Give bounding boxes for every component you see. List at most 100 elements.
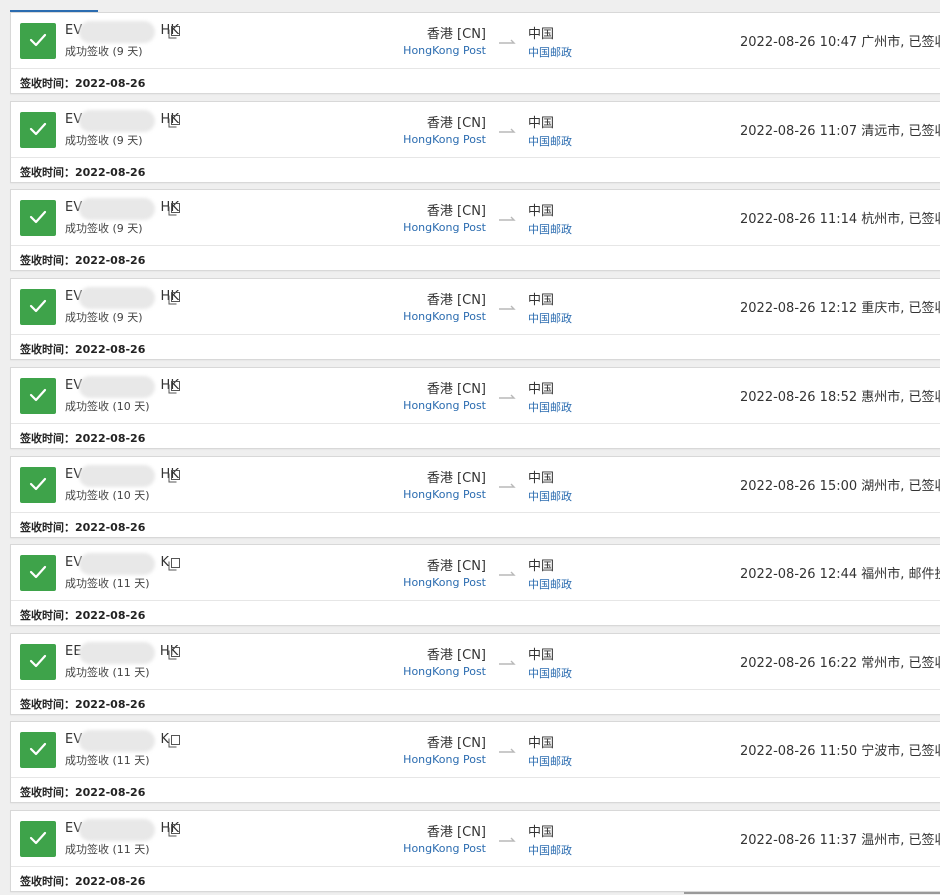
tracking-redaction xyxy=(79,819,155,841)
origin-carrier-link[interactable]: HongKong Post xyxy=(385,576,486,589)
origin-country: 香港 [CN] xyxy=(426,382,486,397)
destination-country: 中国 xyxy=(528,471,555,486)
destination-carrier-link[interactable]: 中国邮政 xyxy=(528,221,572,237)
latest-event: 2022-08-26 11:37 温州市, 已签收, xyxy=(740,833,940,848)
copy-icon[interactable] xyxy=(168,115,180,128)
destination-country: 中国 xyxy=(528,648,555,663)
origin-carrier-link[interactable]: HongKong Post xyxy=(385,44,486,57)
destination-country: 中国 xyxy=(528,736,555,751)
arrow-right-icon xyxy=(499,571,516,576)
package-card[interactable]: EV HK 成功签收 (9 天) 香港 [CN] HongKong Post 中国… xyxy=(10,101,940,183)
destination-carrier-link[interactable]: 中国邮政 xyxy=(528,842,572,858)
origin-carrier-link[interactable]: HongKong Post xyxy=(385,133,486,146)
package-card[interactable]: EV HK 成功签收 (11 天) 香港 [CN] HongKong Post 中… xyxy=(10,810,940,892)
origin-country: 香港 [CN] xyxy=(426,293,486,308)
copy-icon[interactable] xyxy=(168,26,180,39)
checkmark-icon xyxy=(29,33,47,47)
package-card[interactable]: EV HK 成功签收 (9 天) 香港 [CN] HongKong Post 中国… xyxy=(10,12,940,94)
tracking-redaction xyxy=(79,198,155,220)
arrow-right-icon xyxy=(499,128,516,133)
delivery-status: 成功签收 (11 天) xyxy=(65,754,150,767)
destination-carrier-link[interactable]: 中国邮政 xyxy=(528,399,572,415)
origin-carrier-link[interactable]: HongKong Post xyxy=(385,842,486,855)
success-status-badge xyxy=(20,378,56,414)
latest-event: 2022-08-26 15:00 湖州市, 已签收, xyxy=(740,479,940,494)
copy-icon[interactable] xyxy=(168,735,180,748)
latest-event: 2022-08-26 12:12 重庆市, 已签收, xyxy=(740,301,940,316)
checkmark-icon xyxy=(29,742,47,756)
card-divider xyxy=(11,777,940,778)
success-status-badge xyxy=(20,23,56,59)
signed-time: 签收时间：2022-08-26 xyxy=(20,164,145,180)
delivery-status: 成功签收 (11 天) xyxy=(65,843,150,856)
copy-icon[interactable] xyxy=(168,381,180,394)
card-divider xyxy=(11,600,940,601)
latest-event: 2022-08-26 16:22 常州市, 已签收, xyxy=(740,656,940,671)
origin-country: 香港 [CN] xyxy=(426,471,486,486)
tracking-redaction xyxy=(79,21,155,43)
package-card[interactable]: EV K 成功签收 (11 天) 香港 [CN] HongKong Post 中国… xyxy=(10,544,940,626)
tracking-redaction xyxy=(79,465,155,487)
copy-icon[interactable] xyxy=(168,558,180,571)
copy-icon[interactable] xyxy=(168,203,180,216)
success-status-badge xyxy=(20,289,56,325)
package-card[interactable]: EV HK 成功签收 (10 天) 香港 [CN] HongKong Post 中… xyxy=(10,367,940,449)
signed-date: 2022-08-26 xyxy=(75,875,146,888)
checkmark-icon xyxy=(29,654,47,668)
origin-country: 香港 [CN] xyxy=(426,648,486,663)
destination-carrier-link[interactable]: 中国邮政 xyxy=(528,44,572,60)
arrow-right-icon xyxy=(499,748,516,753)
copy-icon[interactable] xyxy=(168,824,180,837)
origin-country: 香港 [CN] xyxy=(426,736,486,751)
signed-time: 签收时间：2022-08-26 xyxy=(20,784,145,800)
signed-date: 2022-08-26 xyxy=(75,166,146,179)
origin-carrier-link[interactable]: HongKong Post xyxy=(385,310,486,323)
signed-time: 签收时间：2022-08-26 xyxy=(20,75,145,91)
signed-time: 签收时间：2022-08-26 xyxy=(20,696,145,712)
card-divider xyxy=(11,157,940,158)
card-divider xyxy=(11,245,940,246)
origin-carrier-link[interactable]: HongKong Post xyxy=(385,399,486,412)
destination-carrier-link[interactable]: 中国邮政 xyxy=(528,665,572,681)
delivery-status: 成功签收 (11 天) xyxy=(65,666,150,679)
package-card[interactable]: EV HK 成功签收 (9 天) 香港 [CN] HongKong Post 中国… xyxy=(10,278,940,360)
arrow-right-icon xyxy=(499,305,516,310)
arrow-right-icon xyxy=(499,39,516,44)
destination-carrier-link[interactable]: 中国邮政 xyxy=(528,310,572,326)
package-card[interactable]: EV HK 成功签收 (10 天) 香港 [CN] HongKong Post 中… xyxy=(10,456,940,538)
destination-carrier-link[interactable]: 中国邮政 xyxy=(528,576,572,592)
arrow-right-icon xyxy=(499,394,516,399)
origin-country: 香港 [CN] xyxy=(426,116,486,131)
package-card[interactable]: EE HK 成功签收 (11 天) 香港 [CN] HongKong Post 中… xyxy=(10,633,940,715)
signed-time: 签收时间：2022-08-26 xyxy=(20,430,145,446)
copy-icon[interactable] xyxy=(168,647,180,660)
package-card[interactable]: EV K 成功签收 (11 天) 香港 [CN] HongKong Post 中国… xyxy=(10,721,940,803)
delivery-status: 成功签收 (10 天) xyxy=(65,400,150,413)
latest-event: 2022-08-26 10:47 广州市, 已签收, xyxy=(740,35,940,50)
latest-event: 2022-08-26 12:44 福州市, 邮件投递 xyxy=(740,567,940,582)
destination-carrier-link[interactable]: 中国邮政 xyxy=(528,488,572,504)
delivery-status: 成功签收 (11 天) xyxy=(65,577,150,590)
package-card[interactable]: EV HK 成功签收 (9 天) 香港 [CN] HongKong Post 中国… xyxy=(10,189,940,271)
signed-time: 签收时间：2022-08-26 xyxy=(20,873,145,889)
origin-carrier-link[interactable]: HongKong Post xyxy=(385,488,486,501)
signed-date: 2022-08-26 xyxy=(75,786,146,799)
destination-carrier-link[interactable]: 中国邮政 xyxy=(528,133,572,149)
destination-country: 中国 xyxy=(528,116,555,131)
copy-icon[interactable] xyxy=(168,292,180,305)
tracking-redaction xyxy=(79,110,155,132)
horizontal-scrollbar[interactable] xyxy=(684,892,940,894)
destination-country: 中国 xyxy=(528,293,555,308)
success-status-badge xyxy=(20,467,56,503)
origin-carrier-link[interactable]: HongKong Post xyxy=(385,753,486,766)
destination-carrier-link[interactable]: 中国邮政 xyxy=(528,753,572,769)
origin-carrier-link[interactable]: HongKong Post xyxy=(385,665,486,678)
delivery-status: 成功签收 (9 天) xyxy=(65,311,143,324)
latest-event: 2022-08-26 11:14 杭州市, 已签收, xyxy=(740,212,940,227)
signed-date: 2022-08-26 xyxy=(75,698,146,711)
origin-carrier-link[interactable]: HongKong Post xyxy=(385,221,486,234)
origin-country: 香港 [CN] xyxy=(426,825,486,840)
signed-date: 2022-08-26 xyxy=(75,521,146,534)
copy-icon[interactable] xyxy=(168,470,180,483)
arrow-right-icon xyxy=(499,660,516,665)
